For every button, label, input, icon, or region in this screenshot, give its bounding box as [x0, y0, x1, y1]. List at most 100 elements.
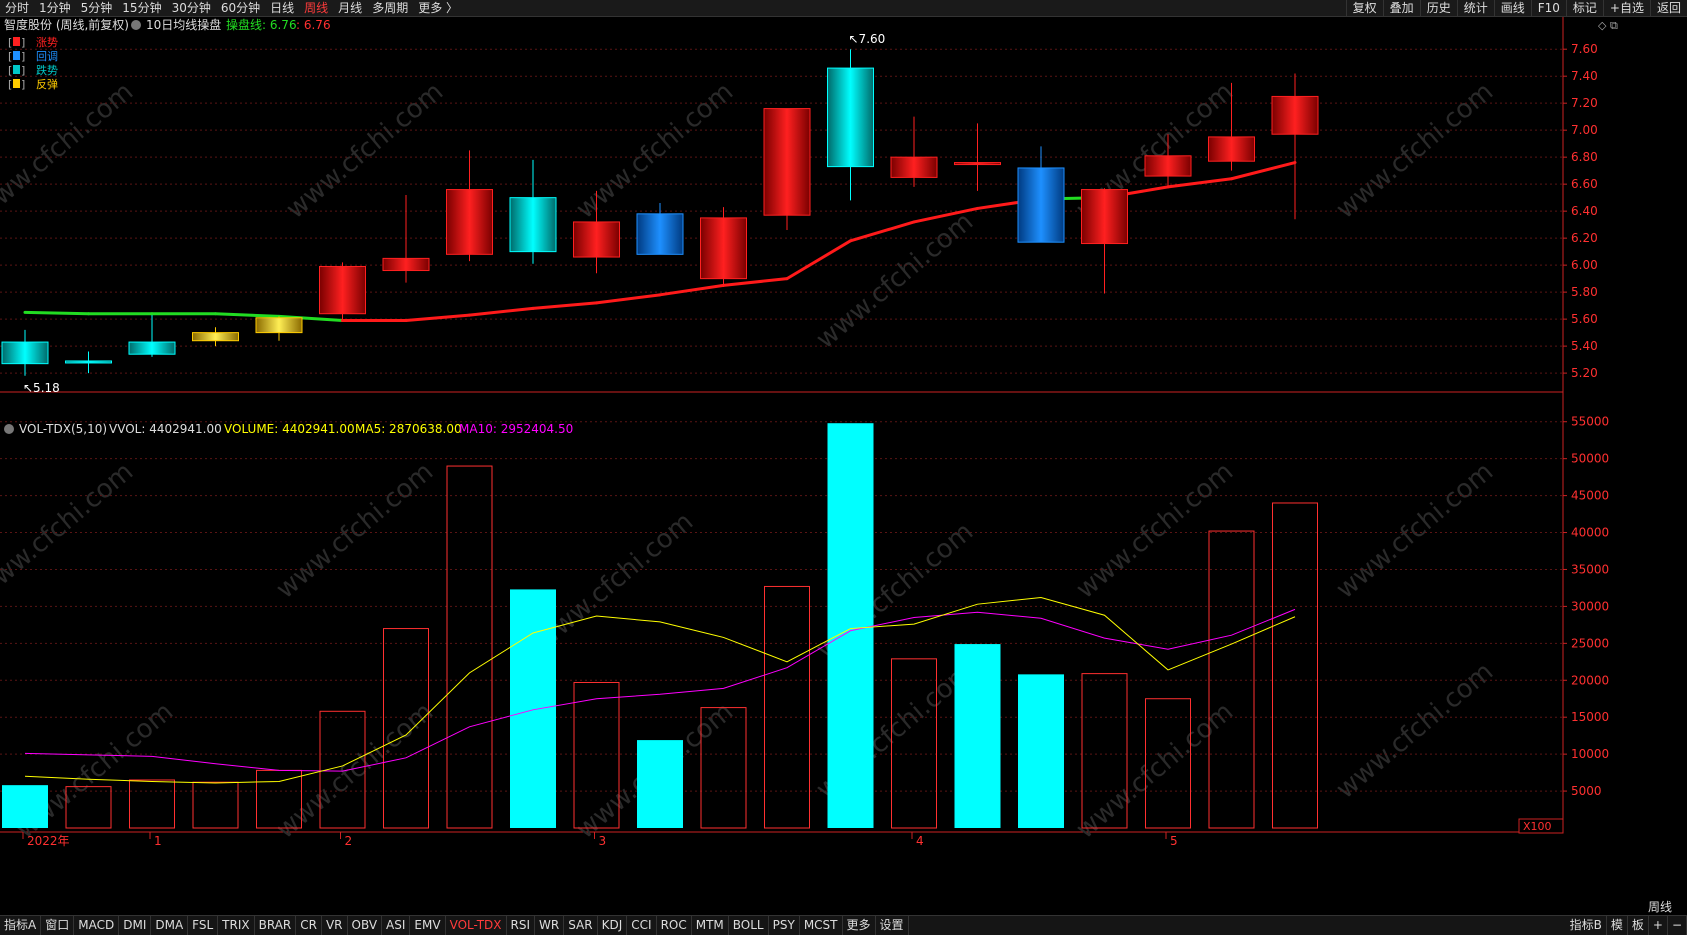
- right-control-2[interactable]: 板: [1628, 916, 1649, 935]
- indicator-tab-8[interactable]: CR: [296, 916, 322, 935]
- tool-button-5[interactable]: F10: [1530, 0, 1566, 16]
- period-tab-9[interactable]: 多周期: [367, 0, 413, 16]
- high-annotation: ↖7.60: [849, 32, 886, 46]
- period-tab-1[interactable]: 1分钟: [34, 0, 76, 16]
- indicator-tab-13[interactable]: VOL-TDX: [446, 916, 507, 935]
- indicator-tab-6[interactable]: TRIX: [218, 916, 255, 935]
- period-tab-5[interactable]: 60分钟: [216, 0, 265, 16]
- price-tick-label-8: 6.00: [1571, 258, 1598, 272]
- operating-line-value: 操盘线: 6.76: [226, 17, 297, 32]
- vol-tick-label-0: 55000: [1571, 415, 1609, 429]
- period-tab-0[interactable]: 分时: [0, 0, 34, 16]
- candle-body-11[interactable]: [700, 217, 747, 280]
- vol-tick-label-2: 45000: [1571, 489, 1609, 503]
- volume-bar-16[interactable]: [1018, 674, 1064, 828]
- indicator-tab-20[interactable]: MTM: [692, 916, 729, 935]
- period-tab-3[interactable]: 15分钟: [117, 0, 166, 16]
- indicator-tab-25[interactable]: 设置: [876, 916, 909, 935]
- legend-label-3: 反弹: [36, 77, 58, 91]
- candle-body-14[interactable]: [890, 156, 938, 178]
- right-control-1[interactable]: 模: [1607, 916, 1628, 935]
- indicator-tab-12[interactable]: EMV: [410, 916, 446, 935]
- candle-body-19[interactable]: [1208, 136, 1255, 162]
- indicator-tab-15[interactable]: WR: [535, 916, 565, 935]
- candle-body-13[interactable]: [827, 67, 874, 168]
- indicator-tab-3[interactable]: DMI: [119, 916, 152, 935]
- volume-bar-8[interactable]: [510, 589, 556, 828]
- right-control-4[interactable]: −: [1668, 916, 1687, 935]
- candle-body-7[interactable]: [446, 189, 493, 255]
- indicator-tab-10[interactable]: OBV: [348, 916, 383, 935]
- candle-body-15[interactable]: [954, 162, 1001, 166]
- legend-bracket-2: [: [8, 64, 12, 77]
- candle-body-10[interactable]: [636, 213, 684, 255]
- indicator-tab-21[interactable]: BOLL: [729, 916, 769, 935]
- period-tab-10[interactable]: 更多 〉: [413, 0, 463, 16]
- candle-body-20[interactable]: [1271, 95, 1319, 135]
- indicator-tab-19[interactable]: ROC: [657, 916, 692, 935]
- indicator-tab-22[interactable]: PSY: [769, 916, 800, 935]
- period-tab-2[interactable]: 5分钟: [76, 0, 118, 16]
- period-tab-8[interactable]: 月线: [333, 0, 367, 16]
- tool-button-7[interactable]: +自选: [1602, 0, 1650, 16]
- period-tab-4[interactable]: 30分钟: [167, 0, 216, 16]
- volume-bar-0[interactable]: [2, 785, 48, 828]
- candle-body-2[interactable]: [128, 341, 176, 355]
- candle-body-12[interactable]: [763, 108, 811, 216]
- candle-body-8[interactable]: [509, 197, 557, 253]
- vvol-value: VVOL: 4402941.00: [109, 422, 222, 436]
- indicator-tab-24[interactable]: 更多: [843, 916, 876, 935]
- top-menu-bar: 分时 1分钟 5分钟 15分钟 30分钟 60分钟 日线 周线 月线 多周期 更多 〉 复权 叠加 历史…: [0, 0, 1687, 17]
- candle-body-18[interactable]: [1144, 155, 1192, 177]
- indicator-tab-1[interactable]: 窗口: [41, 916, 75, 935]
- indicator-tab-18[interactable]: CCI: [627, 916, 657, 935]
- indicator-tab-4[interactable]: DMA: [151, 916, 189, 935]
- candle-body-16[interactable]: [1017, 167, 1065, 243]
- indicator-tab-5[interactable]: FSL: [188, 916, 219, 935]
- candle-body-1[interactable]: [65, 360, 112, 364]
- time-label-5: 5: [1170, 834, 1178, 848]
- panel-controls-icon[interactable]: ◇ ⧉: [1598, 19, 1618, 32]
- candle-body-4[interactable]: [255, 317, 303, 334]
- tool-button-6[interactable]: 标记: [1565, 0, 1603, 16]
- volume-bar-10[interactable]: [637, 740, 683, 828]
- vol-indicator-toggle-icon[interactable]: [4, 424, 14, 434]
- volume-bar-15[interactable]: [954, 644, 1001, 828]
- candle-body-6[interactable]: [382, 257, 430, 272]
- indicator-tab-2[interactable]: MACD: [74, 916, 120, 935]
- candle-body-9[interactable]: [573, 221, 620, 258]
- tool-button-8[interactable]: 返回: [1649, 0, 1687, 16]
- indicator-tab-14[interactable]: RSI: [507, 916, 536, 935]
- tool-button-1[interactable]: 叠加: [1382, 0, 1420, 16]
- legend-label-2: 跌势: [36, 63, 58, 77]
- tool-button-2[interactable]: 历史: [1419, 0, 1457, 16]
- indicator-tab-7[interactable]: BRAR: [255, 916, 297, 935]
- candle-body-0[interactable]: [1, 341, 49, 365]
- tool-button-3[interactable]: 统计: [1456, 0, 1494, 16]
- candle-body-3[interactable]: [192, 332, 239, 342]
- kline-chart[interactable]: www.cfchi.com www.cfchi.com www.cfchi.comw…: [0, 17, 1687, 914]
- indicator-tab-16[interactable]: SAR: [564, 916, 598, 935]
- legend-bracket-1: [: [8, 50, 12, 63]
- volume-bar-13[interactable]: [827, 423, 874, 828]
- tool-button-0[interactable]: 复权: [1345, 0, 1383, 16]
- vol-tick-label-8: 15000: [1571, 710, 1609, 724]
- vol-tick-label-4: 35000: [1571, 562, 1609, 576]
- candle-body-5[interactable]: [319, 265, 366, 315]
- indicator-tab-11[interactable]: ASI: [382, 916, 411, 935]
- vol-tick-label-10: 5000: [1571, 784, 1602, 798]
- indicator-tab-9[interactable]: VR: [322, 916, 348, 935]
- right-control-0[interactable]: 指标B: [1566, 916, 1607, 935]
- indicator-tab-23[interactable]: MCST: [800, 916, 843, 935]
- vol-tick-label-5: 30000: [1571, 599, 1609, 613]
- period-tab-6[interactable]: 日线: [265, 0, 299, 16]
- period-tab-7[interactable]: 周线: [299, 0, 333, 16]
- indicator-tab-17[interactable]: KDJ: [598, 916, 628, 935]
- candle-body-17[interactable]: [1081, 189, 1128, 245]
- right-control-3[interactable]: +: [1649, 916, 1668, 935]
- period-menu: 分时 1分钟 5分钟 15分钟 30分钟 60分钟 日线 周线 月线 多周期 更多 〉: [0, 0, 463, 16]
- indicator-tab-0[interactable]: 指标A: [0, 916, 42, 935]
- tool-button-4[interactable]: 画线: [1493, 0, 1531, 16]
- indicator-toggle-icon[interactable]: [131, 20, 141, 30]
- price-tick-label-3: 7.00: [1571, 123, 1598, 137]
